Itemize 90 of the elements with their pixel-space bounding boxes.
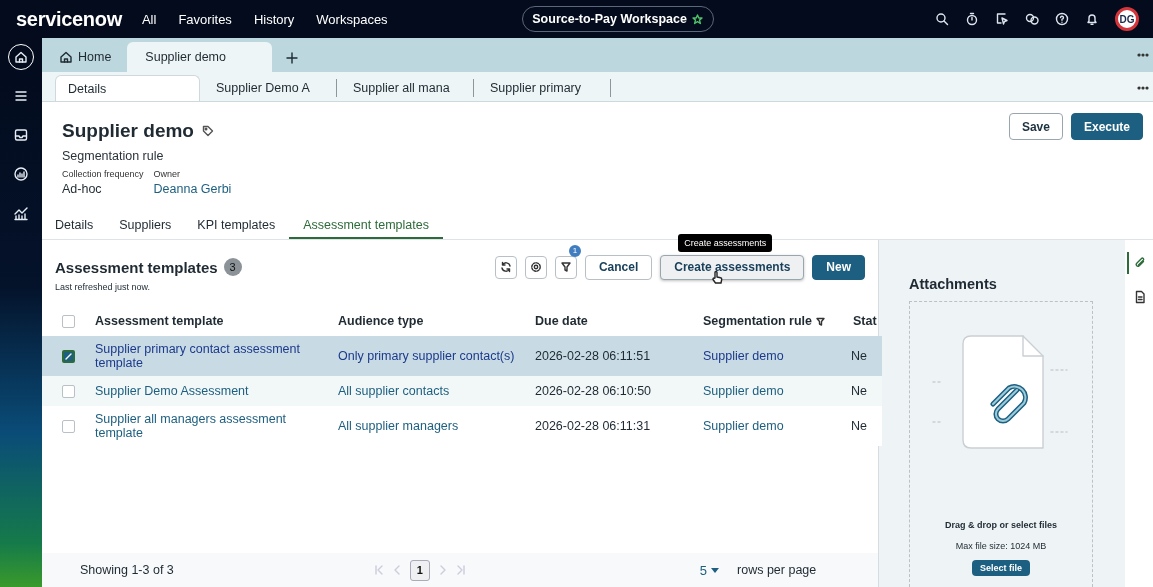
- tab[interactable]: Supplier primary: [474, 79, 611, 97]
- tab[interactable]: Details: [55, 75, 200, 101]
- settings-icon: [529, 261, 542, 273]
- select-all-checkbox[interactable]: [62, 314, 75, 328]
- page-button[interactable]: 1: [409, 559, 430, 581]
- user-avatar[interactable]: DG: [1115, 7, 1139, 31]
- field-label: Owner: [153, 169, 182, 179]
- tag-icon[interactable]: [201, 125, 214, 137]
- record-subtitle: Segmentation rule: [62, 149, 165, 163]
- caret-icon: [711, 567, 720, 573]
- filter-button[interactable]: [554, 255, 577, 279]
- stopwatch-icon[interactable]: [965, 12, 979, 26]
- column-header[interactable]: Assessment template: [95, 314, 224, 328]
- panel-title: Attachments: [909, 276, 998, 292]
- pagination-summary: Showing 1-3 of 3: [80, 563, 174, 577]
- chart-icon[interactable]: [13, 205, 29, 221]
- file-drop-zone[interactable]: Drag & drop or select files Max file size: 1024 MB Select file: [909, 301, 1093, 587]
- more-icon[interactable]: [1137, 86, 1149, 90]
- select-file-button[interactable]: Select file: [972, 560, 1030, 576]
- tab[interactable]: Suppliers: [107, 214, 184, 239]
- rows-per-page-label: rows per page: [737, 563, 817, 577]
- cursor-box-icon[interactable]: [995, 12, 1009, 26]
- row-checkbox[interactable]: [62, 349, 75, 363]
- table-cell: All supplier contacts: [338, 383, 450, 399]
- execute-button[interactable]: Execute: [1070, 113, 1143, 140]
- table-cell: 2026-02-28 06:11:31: [535, 418, 651, 434]
- tab[interactable]: Details: [55, 214, 106, 239]
- plus-icon[interactable]: [285, 52, 298, 64]
- field-value: Ad-hoc: [62, 182, 103, 196]
- owner-link[interactable]: Deanna Gerbi: [153, 182, 232, 196]
- tab[interactable]: KPI templates: [185, 214, 288, 239]
- tab[interactable]: Home: [50, 42, 128, 72]
- logo[interactable]: servicenow: [16, 7, 122, 31]
- filter-count-badge: 1: [568, 244, 581, 257]
- tab[interactable]: Assessment templates: [289, 214, 443, 239]
- check-icon: [65, 352, 72, 360]
- new-button[interactable]: New: [812, 254, 865, 280]
- more-icon[interactable]: [1137, 53, 1149, 57]
- list-icon[interactable]: [13, 88, 29, 104]
- template-link[interactable]: Supplier all managers assessment template: [95, 411, 328, 441]
- nav-menu-item[interactable]: Workspaces: [316, 11, 388, 27]
- page-size-dropdown[interactable]: 5: [699, 562, 720, 578]
- row-checkbox[interactable]: [62, 419, 75, 433]
- home-icon[interactable]: [58, 49, 74, 65]
- nav-menu-item[interactable]: History: [253, 11, 295, 27]
- table-cell: 2026-02-28 06:11:51: [535, 348, 651, 364]
- column-header[interactable]: Stat: [853, 314, 877, 328]
- bell-icon[interactable]: [1085, 12, 1099, 26]
- home-icon[interactable]: [13, 49, 29, 65]
- chat-icon[interactable]: [1025, 12, 1039, 26]
- table-cell: All supplier managers: [338, 418, 459, 434]
- row-checkbox[interactable]: [62, 384, 75, 398]
- tooltip: Create assessments: [678, 233, 773, 252]
- nav-menu-item[interactable]: All: [141, 11, 157, 27]
- record-title: Supplier demo: [62, 120, 194, 142]
- field-label: Collection frequency: [62, 169, 144, 179]
- tab[interactable]: Supplier Demo A: [200, 79, 337, 97]
- table-cell: Ne: [851, 418, 867, 434]
- column-header[interactable]: Segmentation rule: [703, 314, 813, 328]
- table-cell: Only primary supplier contact(s): [338, 348, 515, 364]
- paperclip-icon[interactable]: [1133, 256, 1147, 270]
- create-assessments-button[interactable]: Create assessments: [660, 254, 805, 280]
- column-header[interactable]: Due date: [535, 314, 588, 328]
- table-cell: 2026-02-28 06:10:50: [535, 383, 652, 399]
- filter-icon[interactable]: [816, 316, 826, 326]
- drop-hint: Drag & drop or select files: [945, 520, 1057, 530]
- document-icon[interactable]: [1133, 290, 1147, 304]
- table-cell: Ne: [851, 383, 867, 399]
- refresh-button[interactable]: [494, 255, 517, 279]
- help-icon[interactable]: [1055, 12, 1069, 26]
- gauge-icon[interactable]: [13, 166, 29, 182]
- filter-icon: [559, 261, 572, 273]
- count-badge: 3: [223, 258, 242, 276]
- refresh-status: Last refreshed just now.: [55, 282, 152, 292]
- cancel-button[interactable]: Cancel: [584, 254, 653, 280]
- list-title: Assessment templates: [55, 258, 218, 276]
- max-size-note: Max file size: 1024 MB: [955, 541, 1047, 551]
- tab[interactable]: Supplier all mana: [337, 79, 474, 97]
- hand-cursor-icon: [711, 269, 724, 284]
- search-icon[interactable]: [935, 12, 949, 26]
- column-header[interactable]: Audience type: [338, 314, 424, 328]
- star-icon: [691, 13, 703, 25]
- table-cell: Ne: [851, 348, 867, 364]
- tab[interactable]: Supplier demo: [127, 42, 272, 72]
- refresh-icon: [499, 261, 512, 273]
- table-cell[interactable]: Supplier demo: [703, 418, 784, 434]
- settings-button[interactable]: [524, 255, 547, 279]
- nav-menu-item[interactable]: Favorites: [178, 11, 232, 27]
- inbox-icon[interactable]: [13, 127, 29, 143]
- save-button[interactable]: Save: [1008, 113, 1063, 140]
